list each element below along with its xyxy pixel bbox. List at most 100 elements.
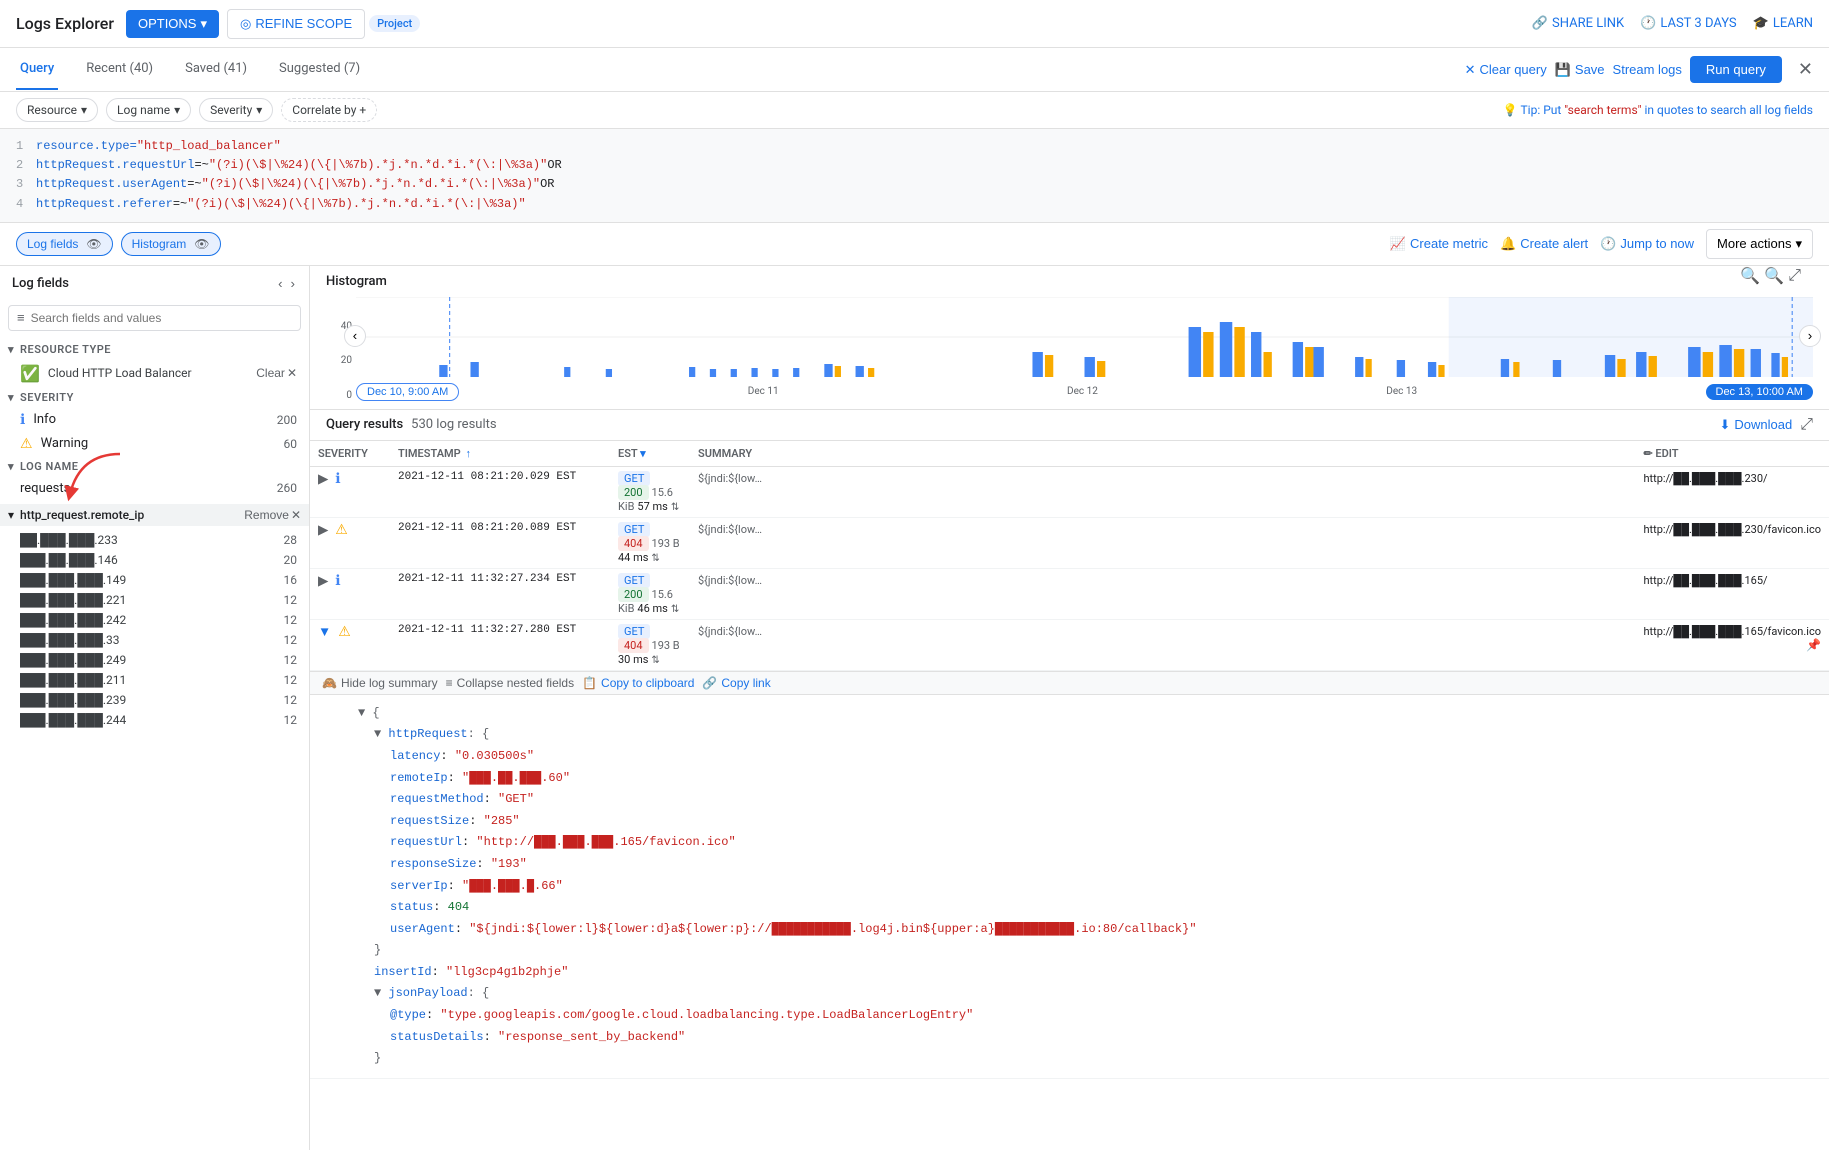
clear-resource-button[interactable]: Clear ✕ bbox=[256, 366, 297, 380]
expand-row-button[interactable]: ▶ bbox=[318, 573, 328, 589]
latency-text: 57 ms bbox=[637, 500, 667, 513]
refine-scope-button[interactable]: ◎ REFINE SCOPE bbox=[227, 9, 365, 39]
collapse-nested-button[interactable]: ≡ Collapse nested fields bbox=[446, 676, 574, 690]
method-badge: GET bbox=[618, 624, 650, 639]
row-summary: ${jndi:${low… bbox=[690, 568, 1635, 619]
ip-field-item[interactable]: ███.███.███.24212 bbox=[0, 610, 309, 630]
learn-icon: 🎓 bbox=[1753, 16, 1769, 31]
row-summary: ${jndi:${low… bbox=[690, 619, 1635, 670]
more-actions-button[interactable]: More actions ▾ bbox=[1706, 229, 1813, 259]
create-metric-button[interactable]: 📈 Create metric bbox=[1390, 236, 1488, 252]
remove-field-button[interactable]: Remove ✕ bbox=[244, 508, 301, 522]
download-button[interactable]: ⬇ Download bbox=[1719, 417, 1792, 433]
hide-summary-button[interactable]: 🙈 Hide log summary bbox=[322, 676, 438, 690]
close-panel-button[interactable]: ✕ bbox=[1798, 59, 1813, 80]
last-3-days-button[interactable]: 🕐 LAST 3 DAYS bbox=[1640, 16, 1736, 31]
expand-row-button[interactable]: ▶ bbox=[318, 522, 328, 538]
sidebar-nav-right[interactable]: › bbox=[289, 274, 297, 293]
tab-saved[interactable]: Saved (41) bbox=[181, 49, 251, 90]
clear-query-button[interactable]: ✕ Clear query bbox=[1465, 62, 1547, 78]
sidebar-header: Log fields ‹ › bbox=[0, 266, 309, 301]
zoom-out-button[interactable]: 🔍 bbox=[1740, 266, 1760, 286]
th-edit[interactable]: ✏ EDIT bbox=[1635, 441, 1829, 467]
field-section-remote-ip[interactable]: ▾ http_request.remote_ip Remove ✕ bbox=[0, 504, 309, 526]
query-editor[interactable]: 1 resource.type="http_load_balancer" 2 h… bbox=[0, 129, 1829, 223]
log-fields-button[interactable]: Log fields 👁 bbox=[16, 232, 113, 256]
table-row[interactable]: ▶ ℹ 2021-12-11 08:21:20.029 EST GET 200 … bbox=[310, 466, 1829, 517]
collapse-icon: ≡ bbox=[446, 676, 453, 690]
nav-right: 🔗 SHARE LINK 🕐 LAST 3 DAYS 🎓 LEARN bbox=[1532, 16, 1813, 31]
info-icon: ℹ bbox=[20, 412, 25, 428]
ip-field-item[interactable]: ███.███.███.14916 bbox=[0, 570, 309, 590]
alert-icon: 🔔 bbox=[1500, 236, 1516, 252]
results-actions: ⬇ Download ⤢ bbox=[1719, 416, 1813, 434]
section-resource-type[interactable]: ▾ RESOURCE TYPE bbox=[0, 339, 309, 360]
ip-field-item[interactable]: ███.███.███.24412 bbox=[0, 710, 309, 730]
tab-recent[interactable]: Recent (40) bbox=[82, 49, 157, 90]
start-date-button[interactable]: Dec 10, 9:00 AM bbox=[356, 383, 459, 401]
copy-clipboard-button[interactable]: 📋 Copy to clipboard bbox=[582, 676, 694, 690]
expand-row-button[interactable]: ▶ bbox=[318, 471, 328, 487]
severity-info-item[interactable]: ℹ Info 200 bbox=[0, 408, 309, 432]
share-link-button[interactable]: 🔗 SHARE LINK bbox=[1532, 16, 1624, 31]
stream-logs-button[interactable]: Stream logs bbox=[1613, 62, 1682, 77]
status-badge: 200 bbox=[618, 485, 649, 500]
ip-field-item[interactable]: ███.███.███.24912 bbox=[0, 650, 309, 670]
pin-icon[interactable]: 📌 bbox=[1806, 638, 1821, 652]
log-name-requests[interactable]: requests 260 bbox=[0, 477, 309, 500]
tab-query[interactable]: Query bbox=[16, 49, 58, 90]
eye-off-icon: 🙈 bbox=[322, 676, 337, 690]
ip-field-item[interactable]: ███.███.███.23912 bbox=[0, 690, 309, 710]
sort-icon: ⇅ bbox=[671, 604, 679, 615]
th-severity[interactable]: SEVERITY bbox=[310, 441, 390, 467]
expand-row-button[interactable]: ▼ bbox=[318, 624, 331, 639]
th-timestamp[interactable]: TIMESTAMP ↑ bbox=[390, 441, 610, 467]
chevron-down-icon: ▾ bbox=[8, 460, 14, 473]
ip-field-item[interactable]: ██.███.███.23328 bbox=[0, 530, 309, 550]
tab-actions: ✕ Clear query 💾 Save Stream logs Run que… bbox=[1465, 56, 1813, 83]
severity-filter[interactable]: Severity ▾ bbox=[199, 98, 273, 122]
row-url: http://██.███.███.165/ bbox=[1635, 568, 1829, 619]
ip-field-item[interactable]: ███.██.███.14620 bbox=[0, 550, 309, 570]
th-est[interactable]: EST ▾ bbox=[610, 441, 690, 467]
log-name-filter[interactable]: Log name ▾ bbox=[106, 98, 191, 122]
table-row[interactable]: ▼ ⚠ 2021-12-11 11:32:27.280 EST GET 404 … bbox=[310, 619, 1829, 670]
th-summary[interactable]: SUMMARY bbox=[690, 441, 1635, 467]
create-alert-button[interactable]: 🔔 Create alert bbox=[1500, 236, 1588, 252]
ip-field-item[interactable]: ███.███.███.22112 bbox=[0, 590, 309, 610]
table-row[interactable]: ▶ ℹ 2021-12-11 11:32:27.234 EST GET 200 … bbox=[310, 568, 1829, 619]
row-url: http://██.███.███.230/favicon.ico bbox=[1635, 517, 1829, 568]
row-url: http://██.███.███.230/ bbox=[1635, 466, 1829, 517]
tool-bar: Log fields 👁 Histogram 👁 📈 Create metric… bbox=[0, 223, 1829, 266]
run-query-button[interactable]: Run query bbox=[1690, 56, 1782, 83]
options-button[interactable]: OPTIONS ▾ bbox=[126, 10, 219, 38]
zoom-in-button[interactable]: 🔍 bbox=[1764, 266, 1784, 286]
jump-to-now-button[interactable]: 🕐 Jump to now bbox=[1600, 236, 1694, 252]
requests-count: 260 bbox=[277, 481, 297, 495]
ip-field-item[interactable]: ███.███.███.21112 bbox=[0, 670, 309, 690]
search-input[interactable] bbox=[31, 311, 292, 325]
end-date-button[interactable]: Dec 13, 10:00 AM bbox=[1706, 384, 1813, 400]
sidebar-nav-left[interactable]: ‹ bbox=[276, 274, 284, 293]
histogram-nav-left[interactable]: ‹ bbox=[344, 325, 366, 347]
resource-filter[interactable]: Resource ▾ bbox=[16, 98, 98, 122]
severity-warning-item[interactable]: ⚠ Warning 60 bbox=[0, 432, 309, 456]
size-text: 193 B bbox=[652, 537, 680, 550]
expand-histogram-button[interactable]: ⤢ bbox=[1788, 266, 1801, 286]
edit-icon: ✏ bbox=[1643, 447, 1652, 460]
check-icon: ✅ bbox=[20, 364, 40, 383]
histogram-button[interactable]: Histogram 👁 bbox=[121, 232, 221, 256]
copy-link-button[interactable]: 🔗 Copy link bbox=[702, 676, 770, 690]
expand-results-button[interactable]: ⤢ bbox=[1800, 416, 1813, 434]
section-log-name[interactable]: ▾ LOG NAME bbox=[0, 456, 309, 477]
close-icon: ✕ bbox=[291, 508, 301, 522]
tab-suggested[interactable]: Suggested (7) bbox=[275, 49, 364, 90]
table-row[interactable]: ▶ ⚠ 2021-12-11 08:21:20.089 EST GET 404 … bbox=[310, 517, 1829, 568]
learn-button[interactable]: 🎓 LEARN bbox=[1753, 16, 1813, 31]
row-timestamp: 2021-12-11 11:32:27.234 EST bbox=[390, 568, 610, 619]
section-severity[interactable]: ▾ SEVERITY bbox=[0, 387, 309, 408]
histogram-nav-right[interactable]: › bbox=[1799, 325, 1821, 347]
correlate-by-filter[interactable]: Correlate by + bbox=[281, 98, 377, 122]
save-button[interactable]: 💾 Save bbox=[1555, 62, 1605, 78]
ip-field-item[interactable]: ███.███.███.3312 bbox=[0, 630, 309, 650]
